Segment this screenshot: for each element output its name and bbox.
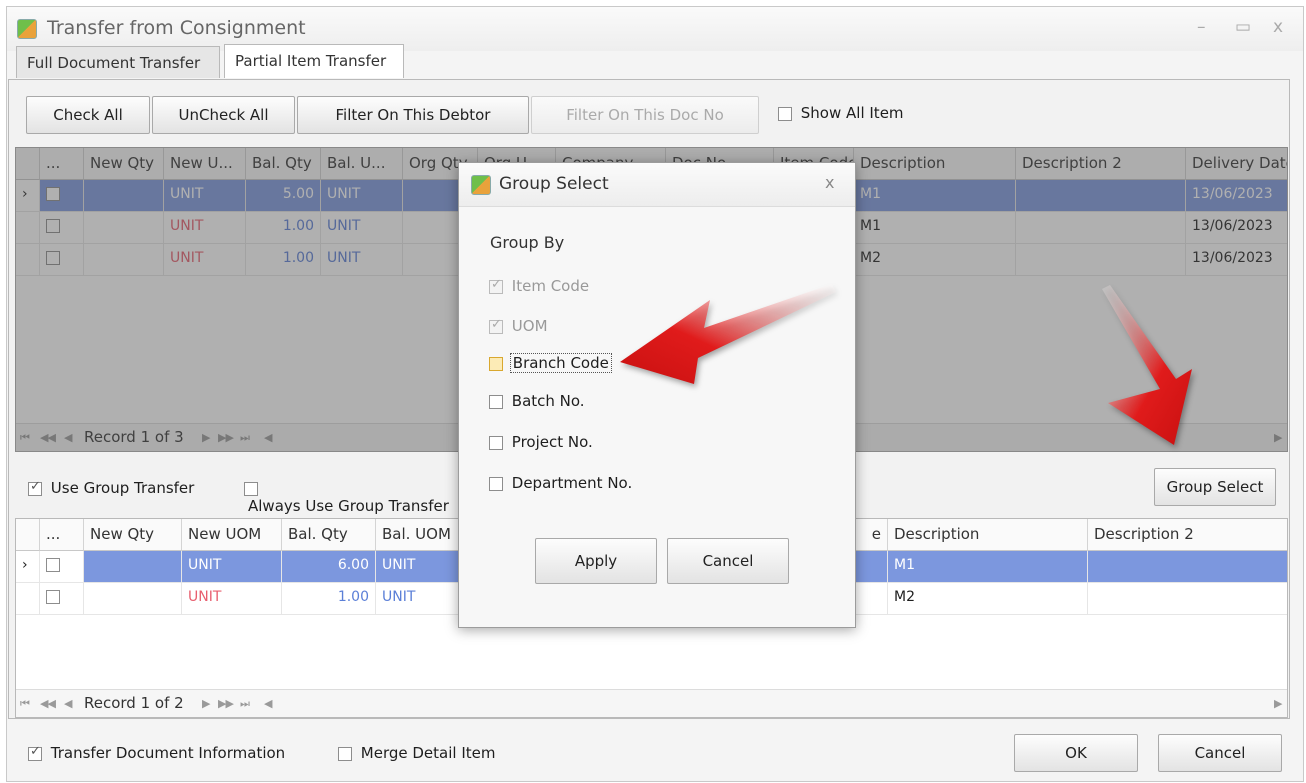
dialog-title: Group Select bbox=[499, 174, 609, 194]
transfer-document-information-checkbox[interactable]: Transfer Document Information bbox=[28, 744, 285, 762]
app-icon bbox=[471, 175, 491, 195]
maximize-icon[interactable]: ▭ bbox=[1235, 17, 1251, 37]
close-icon[interactable]: x bbox=[825, 173, 834, 192]
grid-header[interactable]: Bal. Qty bbox=[282, 519, 376, 551]
bal-qty-cell: 6.00 bbox=[282, 551, 376, 583]
always-use-group-transfer-label: Always Use Group Transfer bbox=[248, 497, 449, 515]
option-label: Department No. bbox=[511, 474, 633, 492]
table-row-checkbox[interactable] bbox=[40, 583, 84, 615]
group-option-branch-code[interactable]: Branch Code bbox=[489, 353, 612, 373]
red-arrow-icon bbox=[620, 284, 836, 384]
merge-detail-item-checkbox[interactable]: Merge Detail Item bbox=[338, 744, 495, 762]
ok-button[interactable]: OK bbox=[1014, 734, 1138, 772]
description-cell: M2 bbox=[888, 583, 1088, 615]
show-all-item-label: Show All Item bbox=[800, 104, 904, 122]
new-qty-cell[interactable] bbox=[84, 551, 182, 583]
table-row-checkbox[interactable] bbox=[40, 551, 84, 583]
grid-header[interactable]: Bal. UOM bbox=[376, 519, 464, 551]
bottom-grid-navigator: ⏮ ◀◀ ◀ Record 1 of 2 ▶ ▶▶ ⏭ ◀ ▶ bbox=[16, 689, 1287, 717]
row-indicator bbox=[16, 583, 40, 615]
checkbox-box[interactable] bbox=[338, 746, 352, 761]
option-label: UOM bbox=[511, 317, 548, 335]
new-qty-cell[interactable] bbox=[84, 583, 182, 615]
new-uom-cell[interactable]: UNIT bbox=[182, 583, 282, 615]
group-option-department-no[interactable]: Department No. bbox=[489, 474, 632, 492]
checkbox-box[interactable] bbox=[489, 476, 503, 491]
scroll-left-icon[interactable]: ◀ bbox=[264, 697, 273, 710]
checkbox-box[interactable] bbox=[489, 435, 503, 450]
checkbox-box[interactable] bbox=[28, 479, 42, 496]
next-record-icon[interactable]: ▶ bbox=[202, 697, 211, 710]
group-option-project-no[interactable]: Project No. bbox=[489, 433, 593, 451]
filter-on-doc-no-button[interactable]: Filter On This Doc No bbox=[531, 96, 759, 134]
grid-header[interactable]: New Qty bbox=[84, 519, 182, 551]
always-use-group-transfer-checkbox[interactable]: Always Use Group Transfer bbox=[244, 479, 456, 515]
checkbox-box[interactable] bbox=[489, 356, 503, 371]
row-indicator: › bbox=[16, 551, 40, 583]
record-counter: Record 1 of 2 bbox=[84, 694, 184, 712]
description2-cell bbox=[1088, 551, 1287, 583]
grid-header[interactable]: ... bbox=[40, 519, 84, 551]
checkbox-box[interactable] bbox=[46, 590, 60, 604]
checkbox-box[interactable] bbox=[489, 317, 503, 334]
description2-cell bbox=[1088, 583, 1287, 615]
grid-header[interactable]: Description 2 bbox=[1088, 519, 1287, 551]
close-icon[interactable]: x bbox=[1273, 17, 1283, 37]
group-select-dialog: Group Select x Group By Item Code UOM Br… bbox=[458, 162, 856, 628]
scroll-right-icon[interactable]: ▶ bbox=[1274, 697, 1283, 710]
show-all-item-checkbox[interactable]: Show All Item bbox=[778, 104, 904, 122]
group-by-label: Group By bbox=[490, 233, 565, 252]
uncheck-all-button[interactable]: UnCheck All bbox=[152, 96, 295, 134]
option-label: Batch No. bbox=[511, 392, 585, 410]
minimize-icon[interactable]: – bbox=[1197, 17, 1206, 37]
group-select-button[interactable]: Group Select bbox=[1154, 468, 1276, 506]
tab-partial-item-transfer[interactable]: Partial Item Transfer bbox=[224, 44, 404, 78]
red-arrow-icon bbox=[1102, 285, 1192, 445]
merge-detail-item-label: Merge Detail Item bbox=[360, 744, 496, 762]
grid-header-indicator bbox=[16, 519, 40, 551]
group-option-batch-no[interactable]: Batch No. bbox=[489, 392, 585, 410]
checkbox-box[interactable] bbox=[244, 481, 258, 496]
last-record-icon[interactable]: ⏭ bbox=[240, 697, 250, 711]
grid-header[interactable]: Description bbox=[888, 519, 1088, 551]
apply-button[interactable]: Apply bbox=[535, 538, 657, 584]
checkbox-box[interactable] bbox=[28, 744, 42, 761]
next-page-icon[interactable]: ▶▶ bbox=[218, 697, 234, 710]
check-all-button[interactable]: Check All bbox=[26, 96, 150, 134]
description-cell: M1 bbox=[888, 551, 1088, 583]
use-group-transfer-checkbox[interactable]: Use Group Transfer bbox=[28, 479, 194, 497]
prev-page-icon[interactable]: ◀◀ bbox=[40, 697, 56, 710]
option-label: Branch Code bbox=[509, 353, 612, 373]
checkbox-box[interactable] bbox=[489, 277, 503, 294]
filter-on-debtor-button[interactable]: Filter On This Debtor bbox=[297, 96, 529, 134]
app-icon bbox=[17, 19, 37, 39]
window-title: Transfer from Consignment bbox=[47, 17, 306, 39]
dialog-title-bar: Group Select x bbox=[459, 163, 855, 207]
title-bar: Transfer from Consignment – ▭ x bbox=[7, 7, 1303, 51]
option-label: Item Code bbox=[511, 277, 590, 295]
first-record-icon[interactable]: ⏮ bbox=[20, 697, 30, 711]
group-option-item-code[interactable]: Item Code bbox=[489, 277, 589, 295]
grid-header[interactable]: New UOM bbox=[182, 519, 282, 551]
dialog-cancel-button[interactable]: Cancel bbox=[667, 538, 789, 584]
group-option-uom[interactable]: UOM bbox=[489, 317, 548, 335]
option-label: Project No. bbox=[511, 433, 593, 451]
transfer-document-information-label: Transfer Document Information bbox=[50, 744, 286, 762]
checkbox-box[interactable] bbox=[46, 558, 60, 572]
bal-qty-cell: 1.00 bbox=[282, 583, 376, 615]
prev-record-icon[interactable]: ◀ bbox=[64, 697, 73, 710]
new-uom-cell[interactable]: UNIT bbox=[182, 551, 282, 583]
checkbox-box[interactable] bbox=[778, 106, 792, 121]
cancel-button[interactable]: Cancel bbox=[1158, 734, 1282, 772]
checkbox-box[interactable] bbox=[489, 394, 503, 409]
use-group-transfer-label: Use Group Transfer bbox=[50, 479, 195, 497]
tab-full-document-transfer[interactable]: Full Document Transfer bbox=[16, 46, 220, 78]
